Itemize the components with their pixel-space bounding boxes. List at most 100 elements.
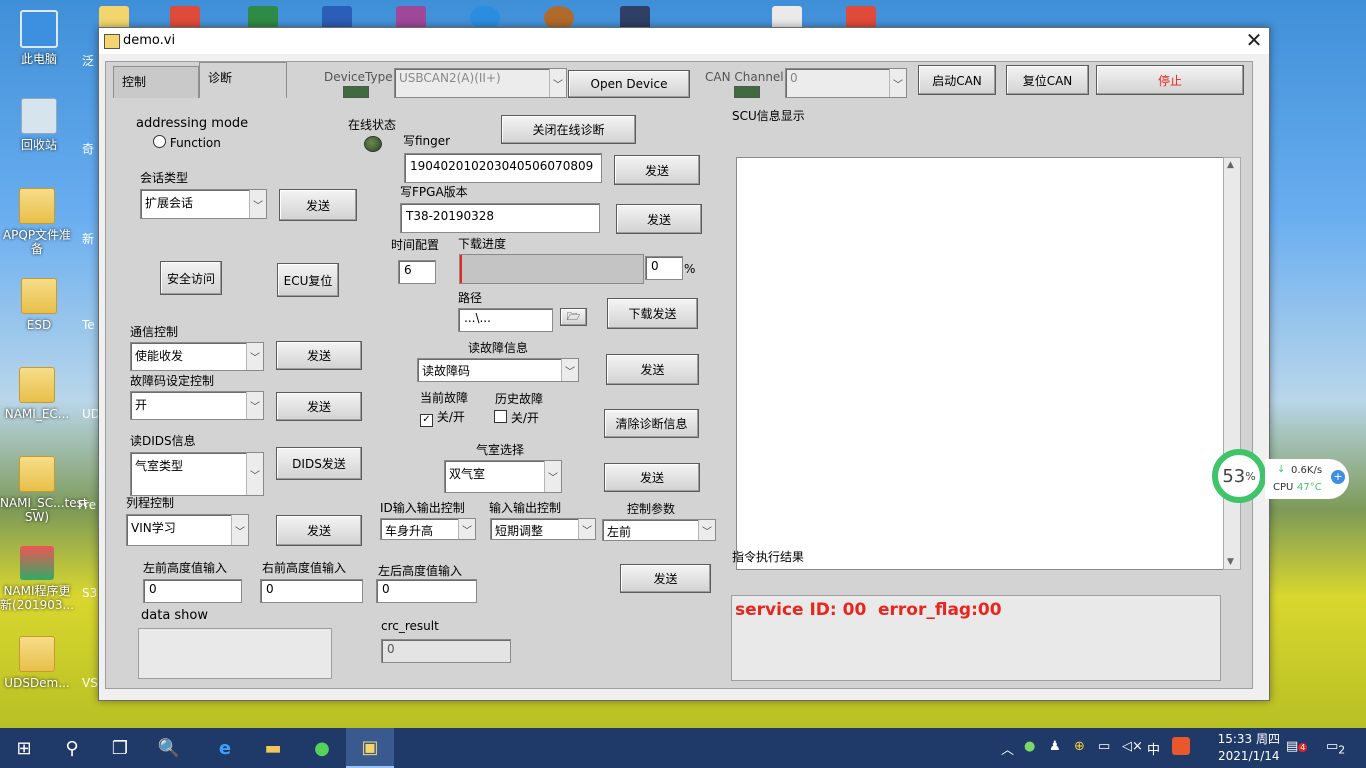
left-rear-height-input[interactable]: 0 bbox=[376, 579, 477, 603]
finger-send-button[interactable]: 发送 bbox=[614, 155, 700, 185]
time-config-input[interactable]: 6 bbox=[398, 260, 436, 284]
right-front-height-input[interactable]: 0 bbox=[260, 579, 363, 603]
file-explorer-button[interactable]: ▬ bbox=[249, 728, 297, 768]
radio-button[interactable] bbox=[153, 135, 166, 148]
ecu-reset-button[interactable]: ECU复位 bbox=[277, 263, 339, 297]
show-hidden-icons[interactable]: ︿ bbox=[1001, 739, 1014, 758]
left-front-height-input[interactable]: 0 bbox=[143, 579, 242, 603]
close-online-diag-button[interactable]: 关闭在线诊断 bbox=[501, 115, 636, 144]
io-control-select[interactable]: 短期调整 ﹀ bbox=[490, 518, 596, 540]
desktop-icon-esd[interactable]: ESD bbox=[2, 278, 76, 332]
task-view-button[interactable]: ❐ bbox=[96, 728, 144, 768]
desktop-icon-nami-ec[interactable]: NAMI_EC... bbox=[0, 367, 74, 421]
comm-send-button[interactable]: 发送 bbox=[276, 341, 362, 370]
memory-usage-ring[interactable]: 53% bbox=[1212, 449, 1266, 503]
fpga-send-button[interactable]: 发送 bbox=[616, 204, 702, 234]
close-button[interactable]: ✕ bbox=[1239, 28, 1269, 54]
current-fault-checkbox[interactable]: ✓ 关/开 bbox=[420, 408, 465, 427]
download-send-button[interactable]: 下载发送 bbox=[607, 298, 698, 329]
360-browser-icon: ● bbox=[314, 737, 330, 759]
scroll-down-icon[interactable]: ▼ bbox=[1227, 557, 1234, 567]
security-app-icon[interactable] bbox=[1172, 737, 1190, 755]
message-icon[interactable]: ▤ 4 bbox=[1286, 739, 1308, 754]
desktop-icon-apqp[interactable]: APQP文件准备 bbox=[0, 188, 74, 256]
desktop-icon-partial[interactable]: S3 bbox=[82, 586, 97, 600]
routine-send-button[interactable]: 发送 bbox=[276, 515, 362, 546]
edge-button[interactable]: e bbox=[201, 728, 249, 768]
desktop-icon-partial[interactable]: 奇 bbox=[82, 140, 94, 157]
control-param-select[interactable]: 左前 ﹀ bbox=[602, 519, 716, 541]
session-send-button[interactable]: 发送 bbox=[279, 189, 357, 221]
path-input[interactable]: ...\... bbox=[458, 308, 553, 332]
desktop-icon-label: ESD bbox=[26, 318, 52, 332]
folder-icon bbox=[21, 278, 57, 314]
start-button[interactable]: ⊞ bbox=[0, 728, 48, 768]
history-fault-toggle-label: 关/开 bbox=[510, 411, 539, 425]
io-id-select[interactable]: 车身升高 ﹀ bbox=[380, 518, 476, 540]
can-channel-select[interactable]: 0 ﹀ bbox=[785, 68, 907, 98]
session-type-select[interactable]: 扩展会话 ﹀ bbox=[140, 189, 267, 219]
wechat-icon[interactable]: ● bbox=[1024, 739, 1035, 754]
desktop-icon-partial[interactable]: 新 bbox=[82, 230, 94, 247]
chevron-down-icon: ﹀ bbox=[561, 359, 578, 381]
ime-indicator[interactable]: 中 bbox=[1147, 739, 1160, 758]
routine-control-select[interactable]: VIN学习 ﹀ bbox=[126, 514, 249, 546]
read-dtc-select[interactable]: 读故障码 ﹀ bbox=[417, 358, 579, 382]
plus-icon[interactable]: ⊕ bbox=[1074, 739, 1085, 754]
accelerate-icon[interactable]: + bbox=[1331, 470, 1345, 484]
desktop-icon-nami-update[interactable]: NAMI程序更新(201903... bbox=[0, 546, 74, 612]
chevron-down-icon: ﹀ bbox=[549, 69, 566, 97]
comm-control-select[interactable]: 使能收发 ﹀ bbox=[130, 342, 264, 371]
write-finger-input[interactable]: 19040201020304050607080​9 bbox=[404, 153, 602, 183]
security-access-button[interactable]: 安全访问 bbox=[160, 261, 222, 295]
qq-icon[interactable]: ♟ bbox=[1049, 739, 1061, 754]
open-device-button[interactable]: Open Device bbox=[568, 70, 690, 98]
crc-result-label: crc_result bbox=[381, 619, 439, 633]
history-fault-checkbox[interactable]: 关/开 bbox=[494, 409, 539, 426]
stop-button[interactable]: 停止 bbox=[1096, 65, 1244, 95]
network-icon[interactable]: ▭ bbox=[1098, 739, 1110, 754]
desktop-icon-partial[interactable]: Te bbox=[82, 318, 95, 332]
folder-icon bbox=[19, 188, 55, 224]
folder-icon bbox=[19, 367, 55, 403]
tab-diagnose[interactable]: 诊断 bbox=[199, 62, 287, 98]
write-fpga-input[interactable]: T38-20190328 bbox=[400, 203, 600, 233]
search-button[interactable]: ⚲ bbox=[48, 728, 96, 768]
io-send-button[interactable]: 发送 bbox=[620, 564, 711, 593]
chevron-down-icon: ﹀ bbox=[458, 519, 475, 539]
performance-widget[interactable]: 53% ↓ 0.6K/s CPU 47°C + bbox=[1209, 446, 1359, 512]
reset-can-button[interactable]: 复位CAN bbox=[1006, 65, 1089, 95]
desktop-icon-nami-sc[interactable]: NAMI_SC...test SW) bbox=[0, 456, 88, 524]
title-bar[interactable]: demo.vi ✕ bbox=[99, 28, 1269, 54]
device-type-select[interactable]: USBCAN2(A)(II+) ﹀ bbox=[394, 68, 567, 98]
chamber-select[interactable]: 双气室 ﹀ bbox=[444, 460, 562, 493]
function-radio[interactable]: Function bbox=[153, 135, 221, 150]
dtc-setting-send-button[interactable]: 发送 bbox=[276, 392, 362, 421]
volume-icon[interactable]: ◁× bbox=[1122, 739, 1143, 754]
tab-control[interactable]: 控制 bbox=[113, 66, 199, 98]
desktop-icon-label: NAMI_EC... bbox=[4, 407, 70, 421]
start-can-button[interactable]: 启动CAN bbox=[918, 65, 996, 95]
dtc-setting-select[interactable]: 开 ﹀ bbox=[130, 391, 264, 420]
desktop-icon-partial[interactable]: 泛 bbox=[82, 52, 94, 69]
desktop-icon-recycle-bin[interactable]: 回收站 bbox=[2, 98, 76, 152]
clock[interactable]: 15:33 周四 2021/1/14 bbox=[1218, 731, 1280, 765]
desktop-icon-this-pc[interactable]: 此电脑 bbox=[2, 10, 76, 66]
chamber-send-button[interactable]: 发送 bbox=[604, 463, 700, 492]
browser-360-button[interactable]: ● bbox=[298, 728, 346, 768]
checkbox-unchecked[interactable] bbox=[494, 410, 507, 423]
scu-info-label: SCU信息显示 bbox=[732, 109, 805, 123]
read-dids-select[interactable]: 气室类型 ﹀ bbox=[130, 452, 264, 496]
routine-control-value: VIN学习 bbox=[131, 521, 176, 535]
notification-center-icon[interactable]: ▭2 bbox=[1326, 739, 1345, 757]
scroll-up-icon[interactable]: ▲ bbox=[1227, 160, 1234, 170]
search-app-button[interactable]: 🔍 bbox=[145, 728, 193, 768]
browse-folder-button[interactable]: 🗁 bbox=[560, 308, 587, 326]
clear-diag-button[interactable]: 清除诊断信息 bbox=[604, 409, 699, 438]
desktop-icon-udsdemo[interactable]: UDSDem... bbox=[0, 636, 74, 690]
labview-taskbar-button[interactable]: ▣ bbox=[346, 728, 394, 768]
windows-icon: ⊞ bbox=[16, 737, 32, 759]
checkbox-checked[interactable]: ✓ bbox=[420, 414, 433, 427]
dids-send-button[interactable]: DIDS发送 bbox=[276, 447, 362, 480]
read-dtc-send-button[interactable]: 发送 bbox=[606, 354, 699, 385]
